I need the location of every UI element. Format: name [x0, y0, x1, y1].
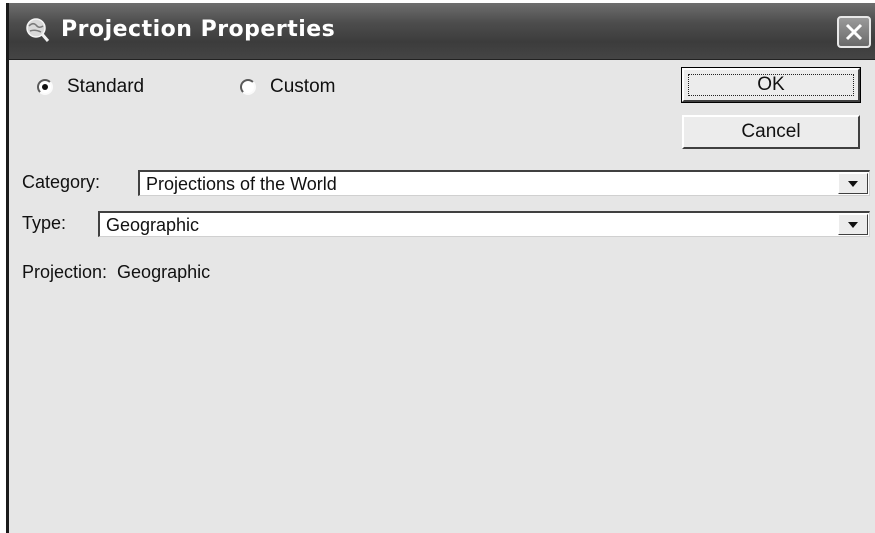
- category-dropdown-button[interactable]: [838, 173, 868, 194]
- radio-standard-label: Standard: [67, 76, 145, 97]
- ok-button[interactable]: OK: [681, 67, 861, 103]
- type-dropdown-button[interactable]: [838, 214, 868, 235]
- cancel-button[interactable]: Cancel: [682, 115, 860, 149]
- title-bar[interactable]: Projection Properties: [9, 3, 875, 60]
- cancel-button-label: Cancel: [741, 121, 801, 142]
- globe-magnifier-icon: [21, 17, 51, 45]
- radio-custom[interactable]: Custom: [240, 76, 335, 98]
- radio-custom-indicator[interactable]: [240, 79, 256, 95]
- radio-standard-indicator[interactable]: [37, 79, 53, 95]
- category-value: Projections of the World: [146, 174, 337, 194]
- chevron-down-icon: [848, 181, 858, 187]
- close-icon: [845, 23, 863, 41]
- projection-label: Projection:: [22, 262, 108, 282]
- window-title: Projection Properties: [61, 17, 336, 42]
- type-dropdown[interactable]: Geographic: [98, 211, 870, 237]
- category-dropdown[interactable]: Projections of the World: [138, 170, 870, 196]
- type-value: Geographic: [106, 215, 200, 235]
- focus-rectangle: [688, 74, 854, 96]
- radio-custom-label: Custom: [270, 76, 336, 97]
- close-button[interactable]: [837, 16, 871, 48]
- projection-value: Geographic: [117, 262, 211, 282]
- projection-info: Projection: Geographic: [22, 262, 210, 283]
- projection-properties-dialog: Projection Properties Standard Custom OK…: [6, 3, 875, 533]
- type-label: Type:: [22, 213, 67, 233]
- chevron-down-icon: [848, 222, 858, 228]
- category-label: Category:: [22, 172, 101, 192]
- radio-standard[interactable]: Standard: [37, 76, 144, 98]
